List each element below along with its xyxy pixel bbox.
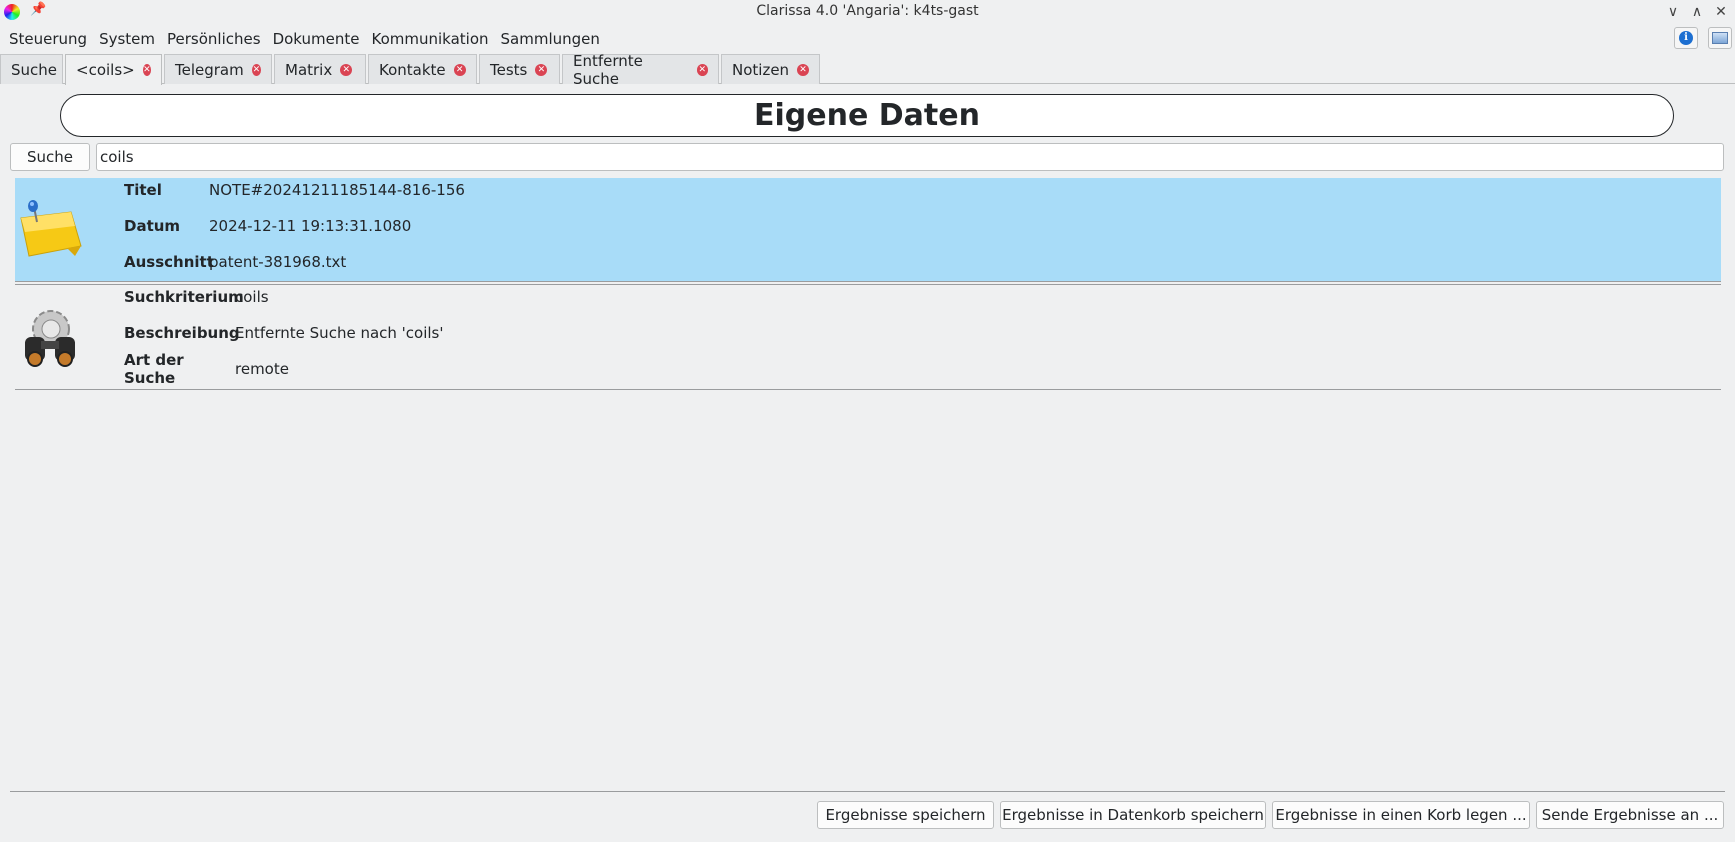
field-value: Entfernte Suche nach 'coils' (235, 324, 444, 342)
tab-notizen[interactable]: Notizen ✕ (721, 54, 820, 84)
info-icon: i (1679, 31, 1693, 45)
field-ausschnitt: Ausschnitt patent-381968.txt (124, 251, 346, 273)
tab-label: Notizen (732, 60, 790, 79)
tab-close-icon[interactable]: ✕ (142, 64, 151, 76)
menu-kommunikation[interactable]: Kommunikation (365, 27, 494, 51)
menu-persoenliches[interactable]: Persönliches (161, 27, 267, 51)
tab-telegram[interactable]: Telegram ✕ (164, 54, 272, 84)
tab-bar: Suche <coils> ✕ Telegram ✕ Matrix ✕ Kont… (0, 52, 1735, 88)
tab-close-icon[interactable]: ✕ (453, 63, 466, 76)
result-item-search[interactable]: Suchkriterium coils Beschreibung Entfern… (15, 284, 1721, 390)
title-bar: 📌 Clarissa 4.0 'Angaria': k4ts-gast ∨ ∧ … (0, 0, 1735, 24)
field-datum: Datum 2024-12-11 19:13:31.1080 (124, 215, 411, 237)
field-suchkriterium: Suchkriterium coils (124, 286, 269, 308)
result-item-note[interactable]: Titel NOTE#20241211185144-816-156 Datum … (15, 178, 1721, 282)
send-results-button[interactable]: Sende Ergebnisse an ... (1536, 801, 1724, 829)
menu-system[interactable]: System (93, 27, 161, 51)
window-title: Clarissa 4.0 'Angaria': k4ts-gast (756, 3, 979, 19)
field-value: coils (235, 288, 269, 306)
search-button[interactable]: Suche (10, 143, 90, 171)
close-icon[interactable]: ✕ (1711, 2, 1731, 22)
maximize-icon[interactable]: ∧ (1687, 2, 1707, 22)
field-value: patent-381968.txt (209, 253, 347, 271)
tab-close-icon[interactable]: ✕ (535, 63, 548, 76)
tab-kontakte[interactable]: Kontakte ✕ (368, 54, 477, 84)
save-to-datacart-button[interactable]: Ergebnisse in Datenkorb speichern (1000, 801, 1266, 829)
bottom-separator (10, 791, 1725, 792)
tab-label: Telegram (175, 60, 244, 79)
menu-sammlungen[interactable]: Sammlungen (495, 27, 606, 51)
put-in-cart-button[interactable]: Ergebnisse in einen Korb legen ... (1272, 801, 1530, 829)
tab-close-icon[interactable]: ✕ (340, 63, 353, 76)
search-input[interactable] (96, 143, 1724, 171)
header-banner: Eigene Daten (60, 94, 1674, 137)
sticky-note-icon (17, 198, 83, 264)
field-label: Titel (124, 181, 162, 199)
field-value: NOTE#20241211185144-816-156 (209, 181, 465, 199)
tab-label: Kontakte (379, 60, 446, 79)
tab-tests[interactable]: Tests ✕ (479, 54, 560, 84)
page-title: Eigene Daten (754, 98, 980, 133)
tab-close-icon[interactable]: ✕ (696, 63, 708, 76)
field-label: Ausschnitt (124, 253, 214, 271)
tab-matrix[interactable]: Matrix ✕ (274, 54, 366, 84)
field-label: Beschreibung (124, 324, 240, 342)
field-beschreibung: Beschreibung Entfernte Suche nach 'coils… (124, 322, 443, 344)
menu-dokumente[interactable]: Dokumente (267, 27, 366, 51)
field-value: remote (235, 360, 289, 378)
menu-bar: Steuerung System Persönliches Dokumente … (0, 26, 606, 52)
screen-button[interactable] (1708, 27, 1732, 49)
field-label: Art der Suche (124, 351, 184, 387)
screen-icon (1712, 32, 1728, 44)
menu-steuerung[interactable]: Steuerung (3, 27, 93, 51)
field-art-der-suche: Art der Suche remote (124, 351, 289, 387)
save-results-button[interactable]: Ergebnisse speichern (817, 801, 994, 829)
gear-binoculars-icon (17, 307, 83, 373)
field-label: Datum (124, 217, 181, 235)
tab-close-icon[interactable]: ✕ (797, 63, 809, 76)
info-button[interactable]: i (1674, 27, 1698, 49)
tab-entfernte-suche[interactable]: Entfernte Suche ✕ (562, 52, 719, 88)
tab-label: Entfernte Suche (573, 51, 643, 88)
tab-coils[interactable]: <coils> ✕ (65, 54, 162, 85)
results-list[interactable]: Titel NOTE#20241211185144-816-156 Datum … (10, 176, 1725, 784)
field-titel: Titel NOTE#20241211185144-816-156 (124, 179, 465, 201)
field-label: Suchkriterium (124, 288, 244, 306)
minimize-icon[interactable]: ∨ (1663, 2, 1683, 22)
tab-close-icon[interactable]: ✕ (251, 63, 261, 76)
tab-suche[interactable]: Suche (0, 54, 63, 84)
tab-label: <coils> (76, 61, 135, 79)
tab-label: Tests (490, 60, 528, 79)
tab-label: Matrix (285, 60, 333, 79)
tab-label: Suche (11, 60, 58, 79)
field-value: 2024-12-11 19:13:31.1080 (209, 217, 412, 235)
